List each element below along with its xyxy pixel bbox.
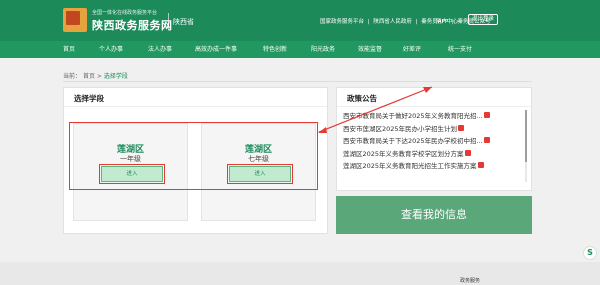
policy-scrollbar[interactable]: [525, 110, 527, 182]
nav-item-personal[interactable]: 个人办事: [99, 41, 123, 58]
panel-title-divider: [64, 106, 327, 107]
top-link-divider: |: [415, 19, 418, 25]
scrollbar-thumb[interactable]: [525, 110, 527, 162]
assistant-float-icon[interactable]: S: [583, 246, 597, 260]
policy-item-text: 西安市教育局关于做好2025年义务教育阳光招...: [343, 112, 483, 120]
nav-item-home[interactable]: 首页: [63, 41, 75, 58]
nav-item-legal-entity[interactable]: 法人办事: [148, 41, 172, 58]
view-my-info-button[interactable]: 查看我的信息: [336, 196, 532, 234]
top-link-national-platform[interactable]: 国家政务服务平台: [320, 19, 364, 25]
panel-title-divider: [337, 106, 531, 107]
policy-item-text: 莲湖区2025年义务教育阳光招生工作实施方案: [343, 162, 477, 170]
nav-item-payment[interactable]: 统一支付: [448, 41, 472, 58]
nav-item-innovation[interactable]: 特色创新: [263, 41, 287, 58]
nav-item-supervision[interactable]: 效能监督: [358, 41, 382, 58]
breadcrumb-divider: [63, 81, 532, 82]
region-selector[interactable]: 陕西省: [173, 17, 194, 27]
policy-item[interactable]: 莲湖区2025年义务教育学校学区划分方案: [343, 148, 521, 161]
nav-item-one-thing[interactable]: 高效办成一件事: [195, 41, 237, 58]
top-links: 国家政务服务平台 | 陕西省人民政府 | 秦务员APP | 秦务员公众号: [320, 17, 493, 25]
policy-item[interactable]: 莲湖区2025年义务教育阳光招生工作实施方案: [343, 160, 521, 173]
breadcrumb-prefix: 当前：: [63, 73, 82, 80]
site-title[interactable]: 陕西政务服务网: [92, 17, 173, 33]
policy-list: 西安市教育局关于做好2025年义务教育阳光招... 西安市莲湖区2025年民办小…: [343, 110, 521, 173]
new-badge-icon: [477, 162, 484, 168]
new-badge-icon: [464, 149, 471, 156]
user-center-link[interactable]: 用户中心: [436, 17, 458, 25]
nav-item-sunshine-affairs[interactable]: 阳光政务: [311, 41, 335, 58]
policy-item-text: 莲湖区2025年义务教育学校学区划分方案: [343, 149, 464, 158]
breadcrumb-home[interactable]: 首页: [83, 73, 95, 80]
logo-divider: [168, 13, 169, 29]
cards-highlight-box: [69, 122, 318, 190]
logo-icon[interactable]: [63, 8, 87, 32]
nav-item-evaluation[interactable]: 好差评: [403, 41, 421, 58]
breadcrumb: 当前： 首页 > 选择学段: [63, 71, 128, 80]
top-link-divider: |: [367, 19, 370, 25]
school-stage-title: 选择学段: [74, 94, 104, 103]
policy-item[interactable]: 西安市教育局关于下达2025年民办学校初中招...: [343, 135, 521, 148]
logout-button[interactable]: 退出登录: [468, 14, 498, 25]
policy-panel: 政策公告 西安市教育局关于做好2025年义务教育阳光招... 西安市莲湖区202…: [336, 87, 532, 191]
platform-subtitle: 全国一体化在线政务服务平台: [92, 10, 158, 16]
new-badge-icon: [483, 112, 490, 118]
new-badge-icon: [483, 137, 490, 143]
breadcrumb-separator: >: [96, 73, 102, 80]
policy-item[interactable]: 西安市莲湖区2025年民办小学招生计划: [343, 123, 521, 136]
policy-item-text: 西安市莲湖区2025年民办小学招生计划: [343, 124, 458, 133]
policy-item-text: 西安市教育局关于下达2025年民办学校初中招...: [343, 137, 483, 145]
site-header: 全国一体化在线政务服务平台 陕西政务服务网 陕西省 国家政务服务平台 | 陕西省…: [0, 0, 600, 41]
main-nav: 首页 个人办事 法人办事 高效办成一件事 特色创新 阳光政务 效能监督 好差评 …: [0, 41, 600, 58]
policy-title: 政策公告: [347, 94, 377, 103]
policy-item[interactable]: 西安市教育局关于做好2025年义务教育阳光招...: [343, 110, 521, 123]
new-badge-icon: [458, 124, 465, 131]
footer-strip: [0, 262, 600, 285]
footer-text: 政务服务: [460, 278, 481, 284]
breadcrumb-current: 选择学段: [103, 73, 128, 80]
top-link-provincial-government[interactable]: 陕西省人民政府: [373, 19, 412, 25]
